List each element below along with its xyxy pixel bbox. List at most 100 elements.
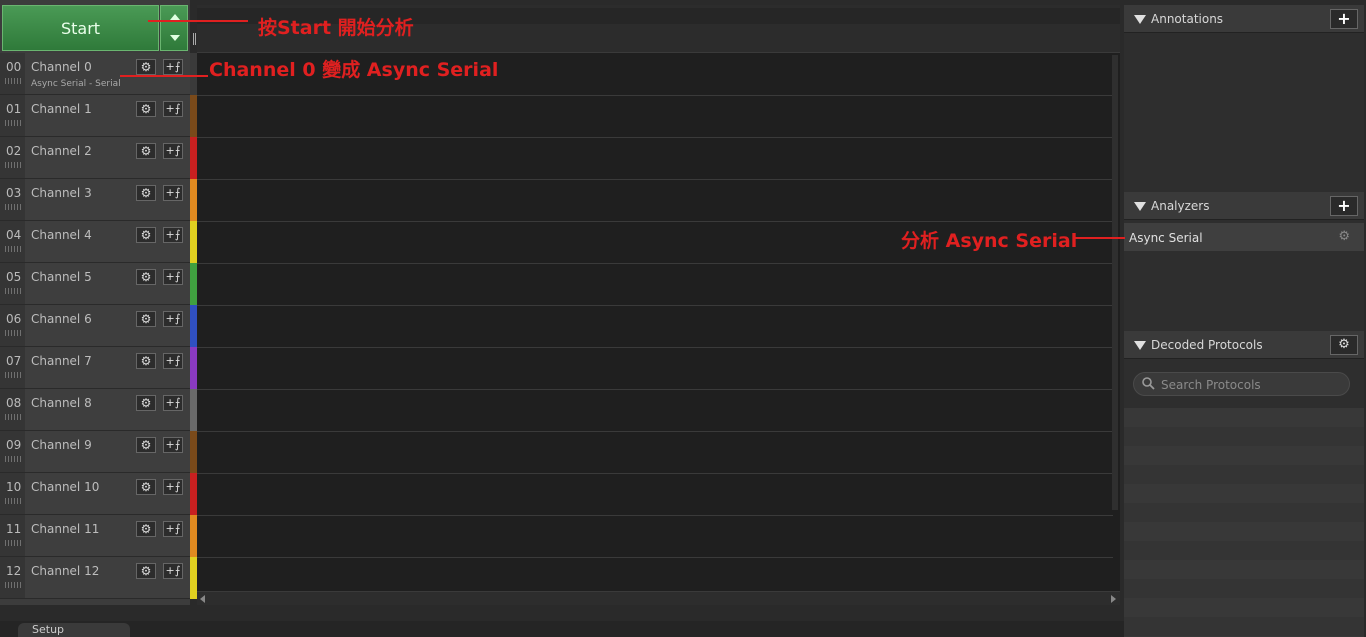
drag-handle-icon[interactable] bbox=[5, 582, 21, 588]
gear-icon[interactable]: ⚙ bbox=[136, 59, 156, 75]
channel-row[interactable]: 09 Channel 9 ⚙ +⨍ bbox=[0, 431, 197, 473]
channel-name[interactable]: Channel 6 bbox=[31, 312, 92, 326]
gear-icon[interactable]: ⚙ bbox=[136, 227, 156, 243]
decoded-protocols-title: Decoded Protocols bbox=[1151, 338, 1263, 352]
trigger-icon[interactable]: +⨍ bbox=[163, 353, 183, 369]
left-resize-handle[interactable] bbox=[193, 33, 196, 45]
decoded-protocols-header[interactable]: Decoded Protocols ⚙ bbox=[1124, 331, 1364, 359]
channel-name[interactable]: Channel 9 bbox=[31, 438, 92, 452]
trigger-icon[interactable]: +⨍ bbox=[163, 563, 183, 579]
trigger-icon[interactable]: +⨍ bbox=[163, 269, 183, 285]
channel-row[interactable]: 11 Channel 11 ⚙ +⨍ bbox=[0, 515, 197, 557]
drag-handle-icon[interactable] bbox=[5, 120, 21, 126]
channel-name[interactable]: Channel 7 bbox=[31, 354, 92, 368]
drag-handle-icon[interactable] bbox=[5, 456, 21, 462]
gear-icon[interactable]: ⚙ bbox=[136, 269, 156, 285]
search-input[interactable]: Search Protocols bbox=[1133, 372, 1350, 396]
drag-handle-icon[interactable] bbox=[5, 414, 21, 420]
channel-row[interactable]: 02 Channel 2 ⚙ +⨍ bbox=[0, 137, 197, 179]
add-annotation-button[interactable]: + bbox=[1330, 9, 1358, 29]
tab-setup[interactable]: Setup bbox=[18, 623, 130, 637]
trigger-icon[interactable]: +⨍ bbox=[163, 59, 183, 75]
drag-handle-icon[interactable] bbox=[5, 162, 21, 168]
scroll-left-icon[interactable] bbox=[200, 595, 205, 603]
trigger-icon[interactable]: +⨍ bbox=[163, 311, 183, 327]
channel-divider bbox=[197, 473, 1113, 474]
channel-number: 08 bbox=[0, 389, 25, 430]
channel-name[interactable]: Channel 11 bbox=[31, 522, 99, 536]
channel-name[interactable]: Channel 10 bbox=[31, 480, 99, 494]
gear-icon[interactable]: ⚙ bbox=[136, 395, 156, 411]
gear-icon[interactable]: ⚙ bbox=[136, 353, 156, 369]
analyzer-item[interactable]: Async Serial ⚙ bbox=[1124, 223, 1364, 251]
gear-icon[interactable]: ⚙ bbox=[1338, 229, 1350, 244]
gear-icon[interactable]: ⚙ bbox=[1330, 335, 1358, 355]
channel-name[interactable]: Channel 5 bbox=[31, 270, 92, 284]
triangle-down-icon[interactable] bbox=[1134, 202, 1146, 211]
drag-handle-icon[interactable] bbox=[5, 330, 21, 336]
channel-row[interactable]: 04 Channel 4 ⚙ +⨍ bbox=[0, 221, 197, 263]
trigger-icon[interactable]: +⨍ bbox=[163, 521, 183, 537]
channel-row[interactable]: 05 Channel 5 ⚙ +⨍ bbox=[0, 263, 197, 305]
drag-handle-icon[interactable] bbox=[5, 288, 21, 294]
gear-icon[interactable]: ⚙ bbox=[136, 143, 156, 159]
horizontal-scrollbar[interactable] bbox=[197, 591, 1120, 605]
gear-icon[interactable]: ⚙ bbox=[136, 521, 156, 537]
drag-handle-icon[interactable] bbox=[5, 540, 21, 546]
channel-name[interactable]: Channel 8 bbox=[31, 396, 92, 410]
drag-handle-icon[interactable] bbox=[5, 78, 21, 84]
bottom-bar: Setup bbox=[0, 621, 1124, 637]
channel-number: 03 bbox=[0, 179, 25, 220]
channel-row[interactable]: 01 Channel 1 ⚙ +⨍ bbox=[0, 95, 197, 137]
trigger-icon[interactable]: +⨍ bbox=[163, 143, 183, 159]
channel-name[interactable]: Channel 4 bbox=[31, 228, 92, 242]
waveform-area[interactable] bbox=[197, 5, 1120, 605]
trigger-icon[interactable]: +⨍ bbox=[163, 437, 183, 453]
decoded-protocols-list[interactable] bbox=[1124, 408, 1364, 637]
gear-icon[interactable]: ⚙ bbox=[136, 311, 156, 327]
vertical-scrollbar[interactable] bbox=[1112, 55, 1118, 510]
drag-handle-icon[interactable] bbox=[5, 372, 21, 378]
annotations-header[interactable]: Annotations + bbox=[1124, 5, 1364, 33]
channel-row[interactable]: 07 Channel 7 ⚙ +⨍ bbox=[0, 347, 197, 389]
gear-icon[interactable]: ⚙ bbox=[136, 563, 156, 579]
channel-divider bbox=[197, 305, 1113, 306]
gear-icon[interactable]: ⚙ bbox=[136, 437, 156, 453]
gear-icon[interactable]: ⚙ bbox=[136, 479, 156, 495]
channel-divider bbox=[197, 515, 1113, 516]
analyzer-label: Async Serial bbox=[1129, 231, 1203, 245]
start-options-button[interactable] bbox=[160, 5, 188, 51]
channel-name[interactable]: Channel 3 bbox=[31, 186, 92, 200]
add-analyzer-button[interactable]: + bbox=[1330, 196, 1358, 216]
drag-handle-icon[interactable] bbox=[5, 204, 21, 210]
triangle-down-icon[interactable] bbox=[1134, 15, 1146, 24]
channel-row[interactable]: 03 Channel 3 ⚙ +⨍ bbox=[0, 179, 197, 221]
analyzer-annotation-line bbox=[1075, 237, 1125, 239]
start-button[interactable]: Start bbox=[2, 5, 159, 51]
channel-row[interactable]: 00 Channel 0 Async Serial - Serial ⚙ +⨍ bbox=[0, 53, 197, 95]
trigger-icon[interactable]: +⨍ bbox=[163, 227, 183, 243]
channel-row[interactable]: 06 Channel 6 ⚙ +⨍ bbox=[0, 305, 197, 347]
drag-handle-icon[interactable] bbox=[5, 246, 21, 252]
trigger-icon[interactable]: +⨍ bbox=[163, 395, 183, 411]
trigger-icon[interactable]: +⨍ bbox=[163, 479, 183, 495]
channel-row[interactable]: 08 Channel 8 ⚙ +⨍ bbox=[0, 389, 197, 431]
scroll-right-icon[interactable] bbox=[1111, 595, 1116, 603]
drag-handle-icon[interactable] bbox=[5, 498, 21, 504]
gear-icon[interactable]: ⚙ bbox=[136, 185, 156, 201]
channel-row[interactable]: 10 Channel 10 ⚙ +⨍ bbox=[0, 473, 197, 515]
channel-row[interactable]: 12 Channel 12 ⚙ +⨍ bbox=[0, 557, 197, 599]
gear-icon[interactable]: ⚙ bbox=[136, 101, 156, 117]
search-placeholder: Search Protocols bbox=[1161, 378, 1261, 392]
trigger-icon[interactable]: +⨍ bbox=[163, 185, 183, 201]
analyzers-header[interactable]: Analyzers + bbox=[1124, 192, 1364, 220]
channel-name[interactable]: Channel 12 bbox=[31, 564, 99, 578]
channel-name[interactable]: Channel 0 bbox=[31, 60, 92, 74]
channel-name[interactable]: Channel 1 bbox=[31, 102, 92, 116]
channel-color-strip bbox=[190, 95, 197, 137]
triangle-down-icon[interactable] bbox=[1134, 341, 1146, 350]
channel-name[interactable]: Channel 2 bbox=[31, 144, 92, 158]
trigger-icon[interactable]: +⨍ bbox=[163, 101, 183, 117]
start-annotation-line bbox=[148, 20, 248, 22]
channel-divider bbox=[197, 95, 1113, 96]
